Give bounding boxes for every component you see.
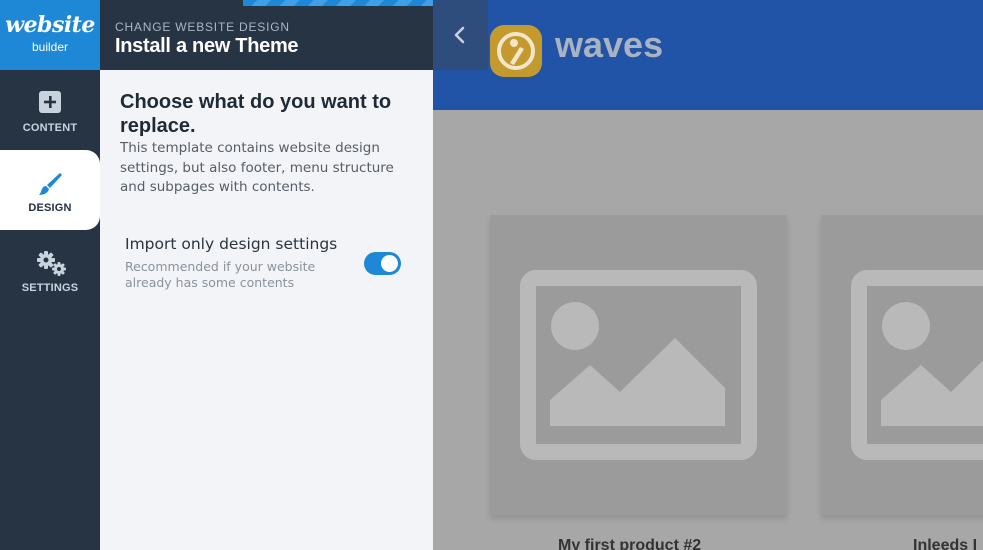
product-card[interactable]: [490, 215, 787, 515]
gears-icon: [37, 251, 66, 276]
rail-item-label: DESIGN: [28, 202, 72, 214]
section-heading: Choose what do you want to replace.: [120, 91, 392, 137]
rail-item-design[interactable]: DESIGN: [0, 150, 100, 230]
panel-title: Install a new Theme: [115, 35, 299, 57]
site-name: waves: [555, 24, 664, 65]
import-design-only-toggle[interactable]: [364, 252, 401, 275]
design-panel: CHANGE WEBSITE DESIGN Install a new Them…: [100, 0, 433, 550]
paintbrush-icon: [39, 173, 62, 195]
collapse-panel-button[interactable]: [433, 0, 488, 70]
rail-item-label: SETTINGS: [21, 282, 79, 294]
option-subtitle: Recommended if your website already has …: [125, 259, 316, 290]
option-title: Import only design settings: [125, 235, 338, 253]
rail-item-label: CONTENT: [22, 122, 78, 134]
website-builder-logo[interactable]: website builder: [0, 0, 100, 70]
panel-kicker: CHANGE WEBSITE DESIGN: [115, 20, 290, 34]
chevron-left-icon: [454, 26, 465, 44]
website-preview: waves My first product #2 Inleeds I: [433, 0, 983, 550]
image-placeholder-icon: [520, 270, 757, 460]
rail-item-settings[interactable]: SETTINGS: [0, 230, 100, 310]
rail-item-content[interactable]: CONTENT: [0, 70, 100, 150]
plus-square-icon: [39, 91, 61, 113]
site-logo-icon: [490, 25, 542, 77]
logo-line2: builder: [31, 40, 69, 54]
site-header: waves: [433, 0, 983, 110]
product-title[interactable]: Inleeds I: [913, 537, 977, 550]
section-description: This template contains website design se…: [120, 140, 394, 195]
header-stripes: [243, 0, 433, 6]
product-card[interactable]: [821, 215, 983, 515]
panel-header: CHANGE WEBSITE DESIGN Install a new Them…: [100, 0, 433, 70]
product-title[interactable]: My first product #2: [558, 537, 701, 550]
left-rail: website builder CONTENT DESIGN SETTINGS: [0, 0, 100, 550]
toggle-knob: [381, 255, 398, 272]
image-placeholder-icon: [851, 270, 983, 460]
logo-line1: website: [5, 12, 95, 38]
